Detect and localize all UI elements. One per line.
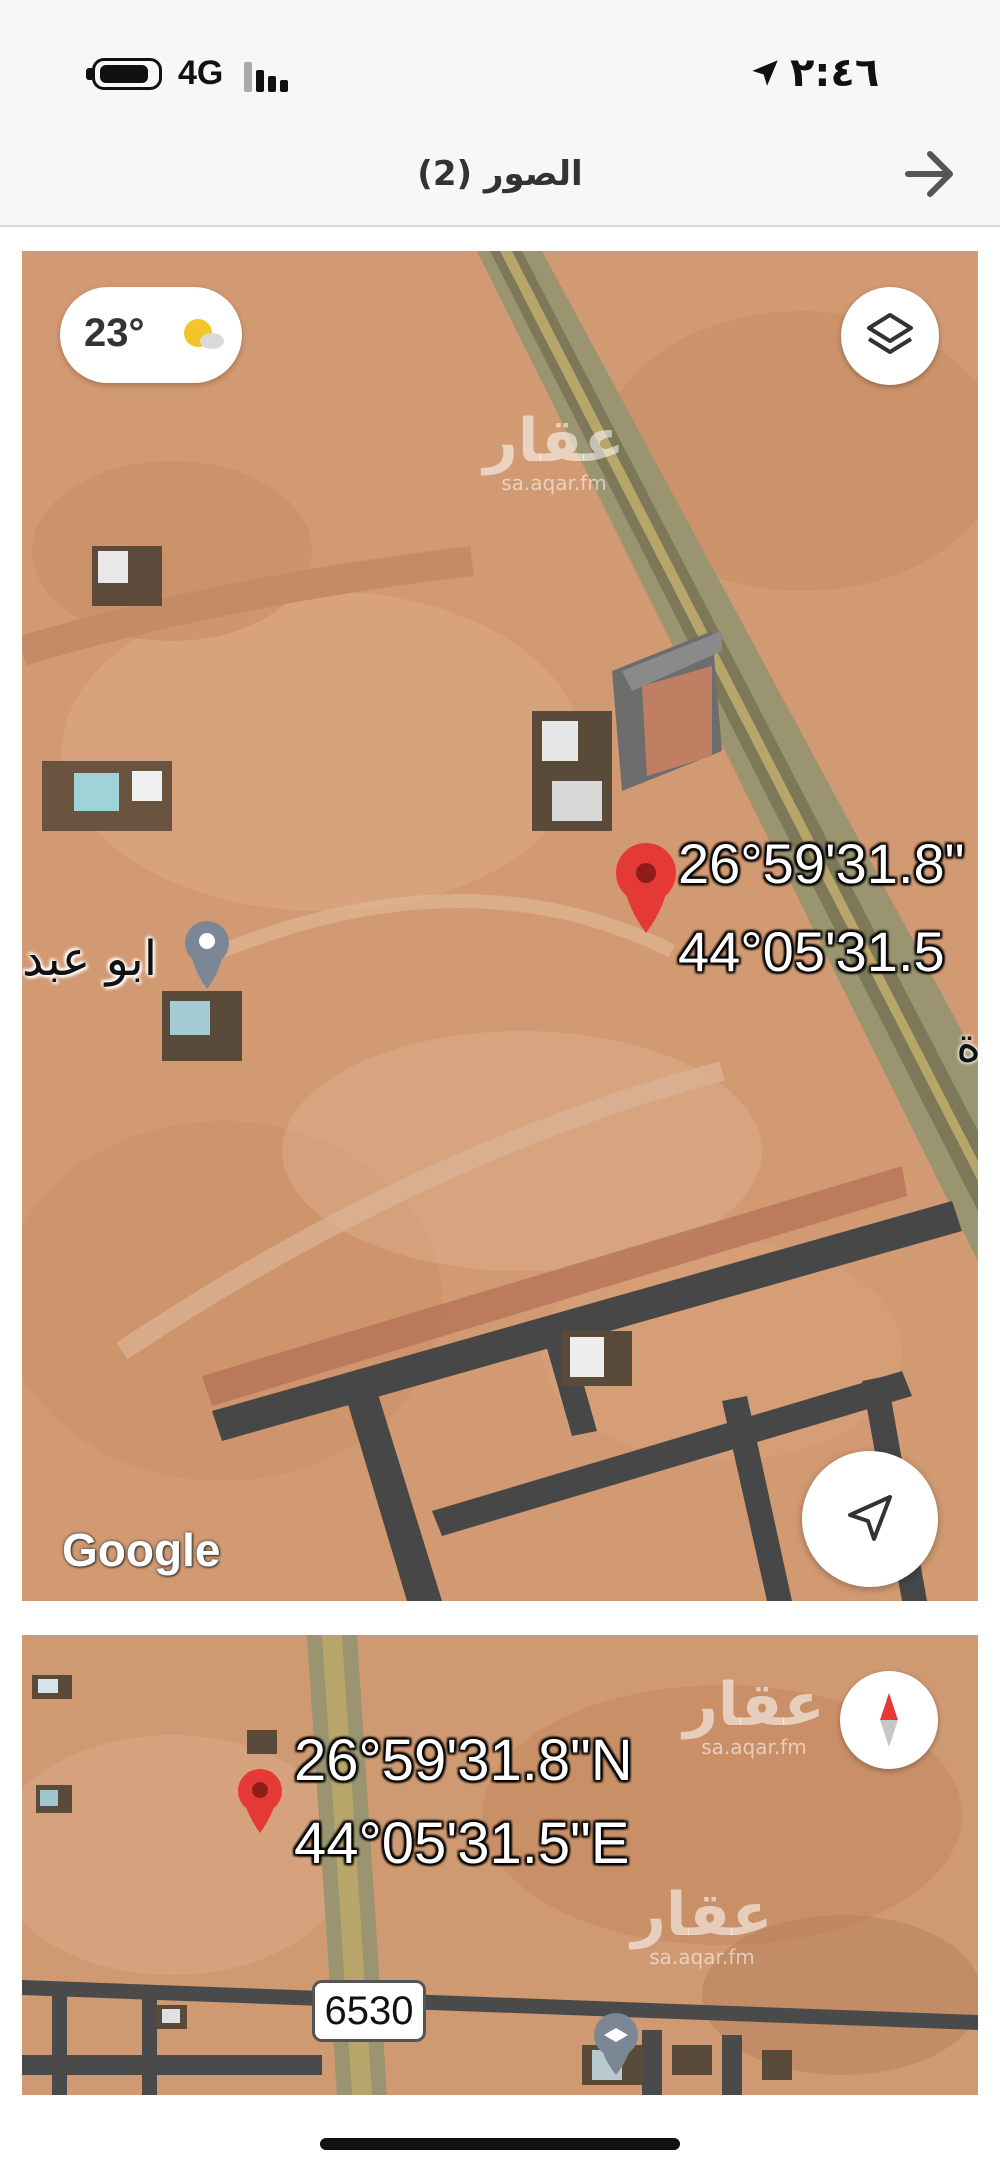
compass-button[interactable] (840, 1671, 938, 1769)
longitude-label: 44°05'31.5 (678, 920, 945, 983)
google-logo: Google (62, 1524, 221, 1576)
aqar-watermark: عقار sa.aqar.fm (483, 406, 625, 495)
aqar-watermark: عقار sa.aqar.fm (631, 1880, 773, 1969)
weather-chip[interactable]: 23° (60, 287, 242, 383)
navigation-header: الصور (2) (0, 120, 1000, 227)
route-number-badge: 6530 (312, 1980, 426, 2042)
temperature: 23° (84, 311, 145, 355)
compass-icon (880, 1693, 898, 1747)
latitude-label: 26°59'31.8" (678, 832, 965, 895)
map-layers-button[interactable] (841, 287, 939, 385)
signal-strength-icon (244, 58, 292, 92)
home-indicator[interactable] (320, 2138, 680, 2150)
navigation-arrow-icon (848, 1495, 892, 1541)
photo-1[interactable]: 23° عقار sa.aqar.fm 26°59'31.8" 44°05'31… (22, 251, 978, 1601)
poi-label[interactable]: ابو عبد (22, 931, 157, 987)
network-type: 4G (178, 54, 224, 92)
partly-sunny-icon (184, 319, 224, 349)
layers-icon (867, 313, 913, 354)
back-arrow-icon[interactable] (900, 146, 960, 202)
clock: ٢:٤٦ (790, 50, 880, 96)
cut-off-map-label: ة (956, 1017, 978, 1073)
location-arrow-icon (752, 60, 778, 86)
longitude-label: 44°05'31.5"E (294, 1811, 630, 1876)
page-title: الصور (2) (417, 154, 583, 194)
latitude-label: 26°59'31.8"N (294, 1728, 633, 1793)
battery-icon (92, 58, 162, 90)
status-bar: 4G ٢:٤٦ (0, 0, 1000, 120)
navigate-button[interactable] (802, 1451, 938, 1587)
aqar-watermark: عقار sa.aqar.fm (683, 1670, 825, 1759)
photo-2[interactable]: عقار sa.aqar.fm عقار sa.aqar.fm 26°59'31… (22, 1635, 978, 2095)
